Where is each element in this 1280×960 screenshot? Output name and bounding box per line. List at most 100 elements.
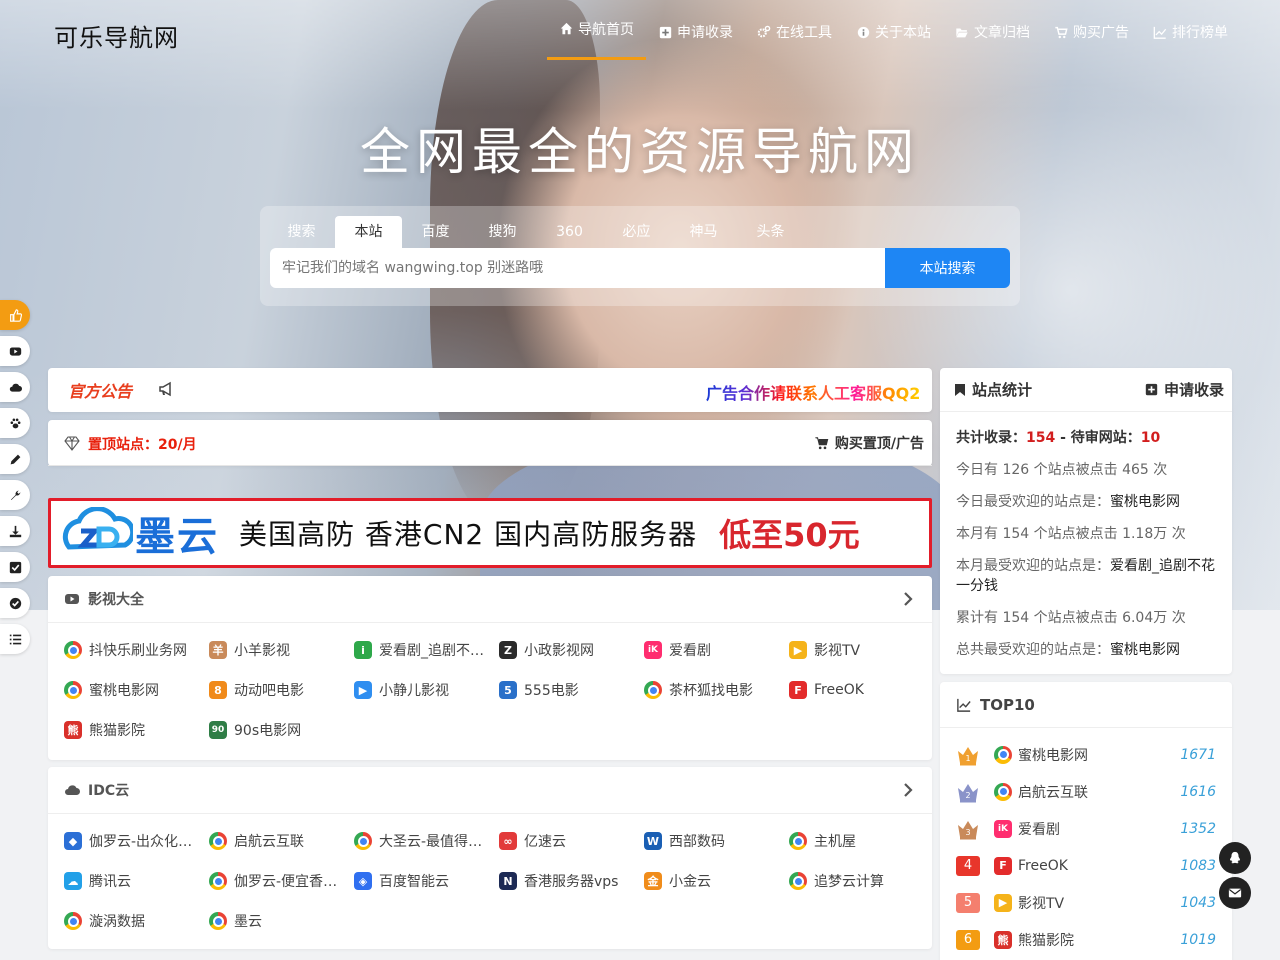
mail-icon[interactable] (1219, 877, 1251, 909)
crown-icon: 2 (956, 780, 980, 804)
top10-item[interactable]: 1 蜜桃电影网 1671 (956, 736, 1216, 773)
site-link[interactable]: 5 555电影 (499, 670, 644, 710)
site-link[interactable]: iK 爱看剧 (644, 630, 789, 670)
cloud-icon[interactable] (0, 372, 30, 402)
site-favicon-icon (209, 872, 227, 890)
stats-line: 累计有 154 个站点被点击 6.04万 次 (956, 610, 1186, 626)
top10-item[interactable]: 4 F FreeOK 1083 (956, 847, 1216, 884)
list-icon[interactable] (0, 624, 30, 654)
site-name: 爱看剧_追剧不花一分钱 (379, 643, 489, 659)
site-link[interactable]: ∞ 亿速云 (499, 821, 644, 861)
top10-item[interactable]: 5 ▶ 影视TV 1043 (956, 884, 1216, 921)
site-link[interactable]: ▶ 影视TV (789, 630, 934, 670)
site-link[interactable]: ◈ 百度智能云 (354, 861, 499, 901)
site-favicon-icon: iK (994, 819, 1012, 838)
site-link[interactable]: F FreeOK (789, 670, 934, 710)
search-tab-toutiao[interactable]: 头条 (737, 216, 804, 248)
svg-text:3: 3 (965, 828, 970, 837)
nav-buy-ads[interactable]: 购买广告 (1042, 0, 1141, 64)
site-name: 小静儿影视 (379, 683, 449, 699)
click-count: 1083 (1180, 857, 1216, 874)
popular-site-link[interactable]: 蜜桃电影网 (1110, 494, 1180, 510)
wrench-icon[interactable] (0, 480, 30, 510)
site-link[interactable]: 伽罗云-便宜香港服务器 (209, 861, 354, 901)
site-link[interactable]: ☁ 腾讯云 (64, 861, 209, 901)
category-header: 影视大全 (48, 576, 932, 623)
stats-body: 共计收录：154 - 待审网站：10 今日有 126 个站点被点击 465 次今… (940, 412, 1232, 666)
top10-site-name: 启航云互联 (1018, 784, 1088, 801)
check-circle-icon[interactable] (0, 588, 30, 618)
search-button[interactable]: 本站搜索 (885, 248, 1010, 288)
site-name: 小政影视网 (524, 643, 594, 659)
site-favicon-icon (209, 832, 227, 850)
site-link[interactable]: 茶杯狐找电影 (644, 670, 789, 710)
site-link[interactable]: 大圣云-最值得信赖的云 (354, 821, 499, 861)
buy-pinned-link[interactable]: 购买置顶/广告 (814, 433, 924, 453)
site-link[interactable]: W 西部数码 (644, 821, 789, 861)
site-link[interactable]: i 爱看剧_追剧不花一分钱 (354, 630, 499, 670)
site-favicon-icon (644, 681, 662, 699)
youtube-play-icon[interactable] (0, 336, 30, 366)
site-link[interactable]: 启航云互联 (209, 821, 354, 861)
nav-ranking[interactable]: 排行榜单 (1141, 0, 1240, 64)
ad-banner[interactable]: 墨云 美国高防 香港CN2 国内高防服务器 低至50元 (48, 498, 932, 568)
site-link[interactable]: ◆ 伽罗云-出众化的云服务 (64, 821, 209, 861)
search-input[interactable] (270, 248, 885, 288)
site-grid: 抖快乐刷业务网羊小羊影视i爱看剧_追剧不花一分钱Z小政影视网iK爱看剧▶影视TV… (48, 623, 932, 750)
top10-item[interactable]: 6 熊熊猫影院 1019 (956, 921, 1216, 958)
pencil-icon[interactable] (0, 444, 30, 474)
pinned-divider (48, 465, 932, 466)
site-link[interactable]: 抖快乐刷业务网 (64, 630, 209, 670)
nav-archive[interactable]: 文章归档 (943, 0, 1042, 64)
top10-site-name: 熊猫影院 (1018, 932, 1074, 949)
search-tab-baidu[interactable]: 百度 (402, 216, 469, 248)
search-tab-360[interactable]: 360 (536, 216, 603, 248)
popular-site-link[interactable]: 蜜桃电影网 (1110, 642, 1180, 658)
site-link[interactable]: 8 动动吧电影 (209, 670, 354, 710)
nav-home[interactable]: 导航首页 (547, 0, 646, 60)
site-link[interactable]: 熊熊猫影院 (64, 710, 209, 750)
top10-site-name: 蜜桃电影网 (1018, 747, 1088, 764)
site-link[interactable]: N 香港服务器vps (499, 861, 644, 901)
bullhorn-icon (159, 381, 171, 397)
search-tab-shenma[interactable]: 神马 (670, 216, 737, 248)
search-tab-sogou[interactable]: 搜狗 (469, 216, 536, 248)
site-link[interactable]: 追梦云计算 (789, 861, 934, 901)
site-link[interactable]: ▶ 小静儿影视 (354, 670, 499, 710)
nav-about[interactable]: 关于本站 (844, 0, 943, 64)
site-link[interactable]: 漩涡数据 (64, 901, 209, 941)
top10-item[interactable]: 2 启航云互联 1616 (956, 773, 1216, 810)
site-link[interactable]: 蜜桃电影网 (64, 670, 209, 710)
site-link[interactable]: Z 小政影视网 (499, 630, 644, 670)
top10-item[interactable]: 3 iK 爱看剧 1352 (956, 810, 1216, 847)
thumbs-up-icon[interactable] (0, 300, 30, 330)
paw-icon[interactable] (0, 408, 30, 438)
site-favicon-icon (354, 832, 372, 850)
site-link[interactable]: 金小金云 (644, 861, 789, 901)
site-logo[interactable]: 可乐导航网 (54, 18, 179, 53)
search-tab-site[interactable]: 本站 (335, 216, 402, 248)
site-name: 主机屋 (814, 834, 856, 850)
chevron-right-icon[interactable] (900, 782, 916, 798)
category-header: IDC云 (48, 767, 932, 814)
site-name: 小羊影视 (234, 643, 290, 659)
site-link[interactable]: 主机屋 (789, 821, 934, 861)
site-name: 蜜桃电影网 (89, 683, 159, 699)
site-link[interactable]: 羊小羊影视 (209, 630, 354, 670)
nav-tools[interactable]: 在线工具 (745, 0, 844, 64)
announcement-text[interactable]: 广告合作请联系人工客服QQ2 (706, 380, 920, 404)
qq-icon[interactable] (1219, 842, 1251, 874)
stats-pending: 10 (1140, 430, 1161, 446)
folder-open-icon (955, 25, 969, 39)
search-tab-bing[interactable]: 必应 (603, 216, 670, 248)
site-link[interactable]: 90 90s电影网 (209, 710, 354, 750)
download-icon[interactable] (0, 516, 30, 546)
site-favicon-icon: W (644, 832, 662, 850)
chevron-right-icon[interactable] (900, 591, 916, 607)
stats-line: 本月最受欢迎的站点是：爱看剧_追剧不花一分钱 (956, 558, 1215, 594)
apply-link[interactable]: 申请收录 (1145, 379, 1224, 400)
nav-apply[interactable]: 申请收录 (646, 0, 745, 64)
site-name: 启航云互联 (234, 834, 304, 850)
check-square-icon[interactable] (0, 552, 30, 582)
site-link[interactable]: 墨云 (209, 901, 354, 941)
